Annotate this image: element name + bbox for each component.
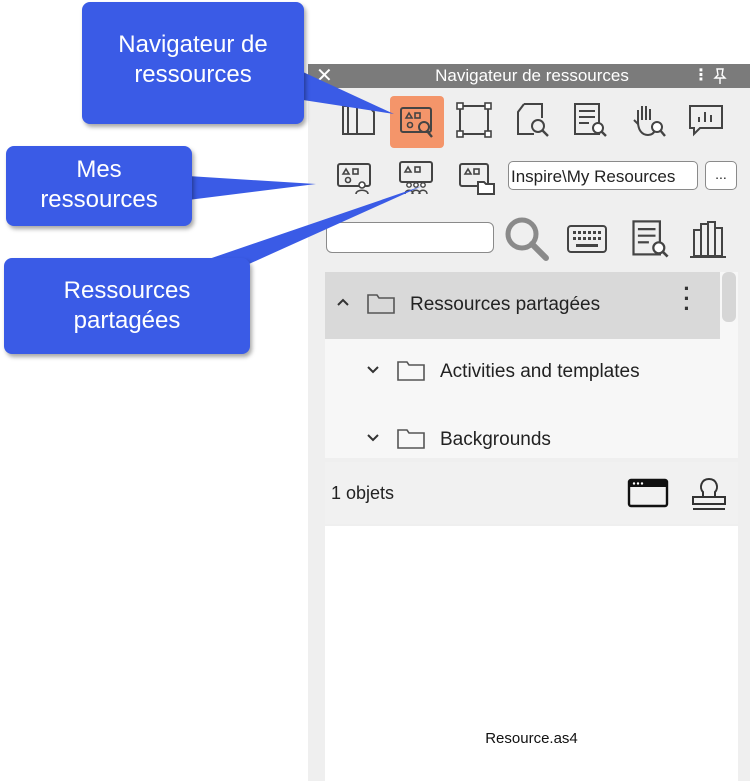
callout-shared-resources-text: Ressources partagées [63, 277, 191, 334]
callout-my-resources: Mes ressources [6, 146, 192, 226]
callout-navigator: Navigateur de ressources [82, 2, 304, 124]
callout-my-resources-text: Mes ressources [40, 156, 158, 213]
callout-navigator-text: Navigateur de ressources [118, 31, 268, 88]
callout-shared-resources: Ressources partagées [4, 258, 250, 354]
